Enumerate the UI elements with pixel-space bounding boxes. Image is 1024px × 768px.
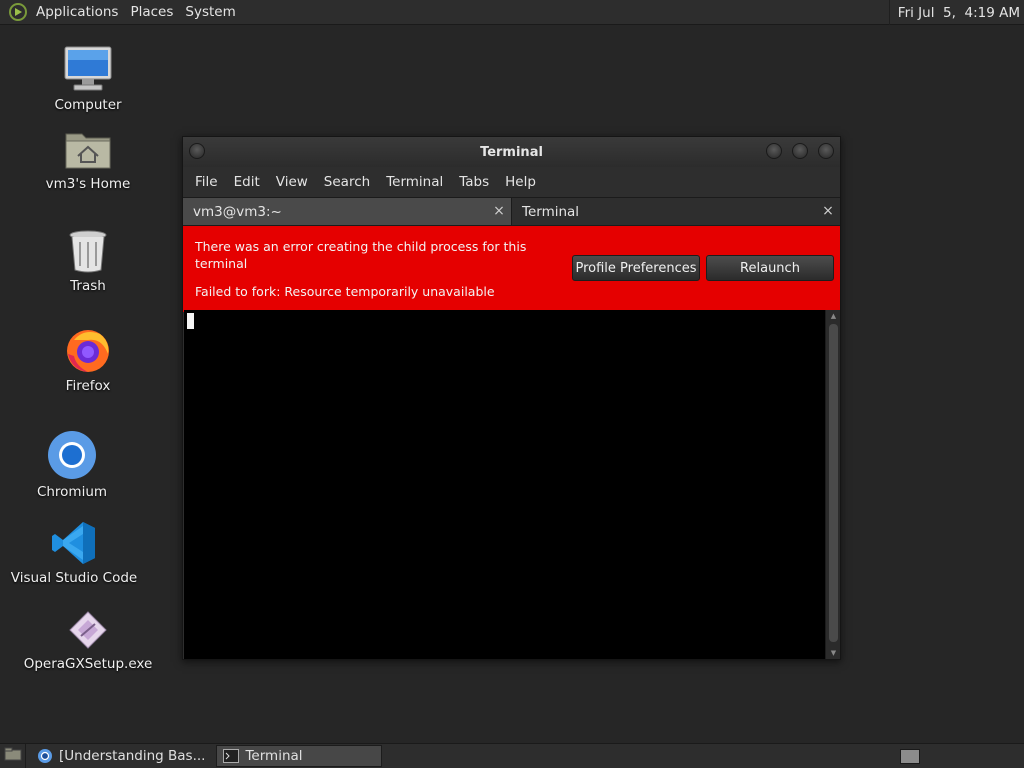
top-panel: Applications Places System Fri Jul 5, 4:…	[0, 0, 1024, 25]
menu-system[interactable]: System	[179, 0, 241, 24]
desktop-icon-label: Chromium	[36, 484, 108, 500]
desktop-icon-chromium[interactable]: Chromium	[2, 430, 142, 500]
vertical-scrollbar[interactable]: ▲ ▼	[825, 310, 840, 659]
desktop-icon-label: vm3's Home	[45, 176, 131, 192]
relaunch-button[interactable]: Relaunch	[706, 255, 834, 281]
show-desktop-icon	[4, 747, 22, 765]
clock[interactable]: Fri Jul 5, 4:19 AM	[888, 0, 1020, 25]
scroll-up-icon[interactable]: ▲	[829, 312, 838, 320]
desktop-icon-vscode[interactable]: Visual Studio Code	[4, 520, 144, 586]
exe-file-icon	[66, 610, 110, 652]
close-tab-icon[interactable]: ×	[491, 203, 507, 219]
trash-icon	[66, 228, 110, 274]
bottom-panel: [Understanding Bas... Terminal	[0, 743, 1024, 768]
applications-logo-icon[interactable]	[8, 2, 28, 22]
maximize-button[interactable]	[792, 143, 808, 159]
minimize-button[interactable]	[766, 143, 782, 159]
chromium-icon	[47, 430, 97, 480]
chromium-icon	[37, 748, 53, 764]
workspace-switcher[interactable]	[900, 749, 920, 764]
desktop-icon-label: OperaGXSetup.exe	[23, 656, 153, 672]
close-tab-icon[interactable]: ×	[820, 203, 836, 219]
profile-preferences-button[interactable]: Profile Preferences	[572, 255, 700, 281]
menu-search[interactable]: Search	[316, 174, 378, 190]
menu-applications[interactable]: Applications	[30, 0, 124, 24]
text-cursor	[187, 313, 194, 329]
show-desktop-button[interactable]	[0, 743, 26, 768]
desktop-icon-operagx-setup[interactable]: OperaGXSetup.exe	[18, 610, 158, 672]
tab-terminal[interactable]: Terminal ×	[512, 198, 840, 225]
menu-view[interactable]: View	[268, 174, 316, 190]
terminal-area[interactable]	[184, 310, 826, 659]
close-window-button[interactable]	[818, 143, 834, 159]
taskbar-item-label: Terminal	[245, 748, 303, 764]
tab-bar: vm3@vm3:~ × Terminal ×	[183, 197, 840, 226]
vscode-icon	[51, 520, 97, 566]
menubar: File Edit View Search Terminal Tabs Help	[183, 167, 840, 197]
menu-places[interactable]: Places	[124, 0, 179, 24]
window-titlebar[interactable]: Terminal	[183, 137, 840, 167]
desktop-icon-trash[interactable]: Trash	[18, 228, 158, 294]
tab-label: Terminal	[522, 203, 580, 220]
menu-edit[interactable]: Edit	[226, 174, 268, 190]
window-title: Terminal	[480, 144, 543, 160]
tab-vm3[interactable]: vm3@vm3:~ ×	[183, 198, 512, 225]
scroll-down-icon[interactable]: ▼	[829, 649, 838, 657]
terminal-window: Terminal File Edit View Search Terminal …	[182, 136, 841, 660]
error-detail: Failed to fork: Resource temporarily una…	[195, 284, 495, 299]
desktop-icon-label: Computer	[54, 97, 122, 113]
window-menu-button[interactable]	[189, 143, 205, 159]
menu-tabs[interactable]: Tabs	[451, 174, 497, 190]
error-message: There was an error creating the child pr…	[195, 239, 527, 271]
desktop-icon-label: Trash	[70, 278, 106, 294]
menu-file[interactable]: File	[187, 174, 226, 190]
scrollbar-thumb[interactable]	[829, 324, 838, 642]
firefox-icon	[64, 326, 112, 374]
desktop-icon-computer[interactable]: Computer	[18, 45, 158, 113]
desktop-icon-label: Firefox	[65, 378, 111, 394]
desktop-icon-firefox[interactable]: Firefox	[18, 326, 158, 394]
taskbar-item-browser[interactable]: [Understanding Bas...	[30, 745, 212, 767]
top-menu: Applications Places System	[0, 0, 242, 24]
error-infobar: There was an error creating the child pr…	[183, 226, 840, 312]
taskbar-item-terminal[interactable]: Terminal	[216, 745, 383, 767]
home-folder-icon	[64, 128, 112, 172]
desktop-icon-label: Visual Studio Code	[10, 570, 138, 586]
taskbar-item-label: [Understanding Bas...	[59, 748, 206, 764]
menu-help[interactable]: Help	[497, 174, 544, 190]
computer-icon	[62, 45, 114, 93]
desktop-icon-home[interactable]: vm3's Home	[18, 128, 158, 192]
terminal-icon	[223, 749, 240, 763]
tab-label: vm3@vm3:~	[193, 203, 282, 220]
menu-terminal[interactable]: Terminal	[378, 174, 451, 190]
